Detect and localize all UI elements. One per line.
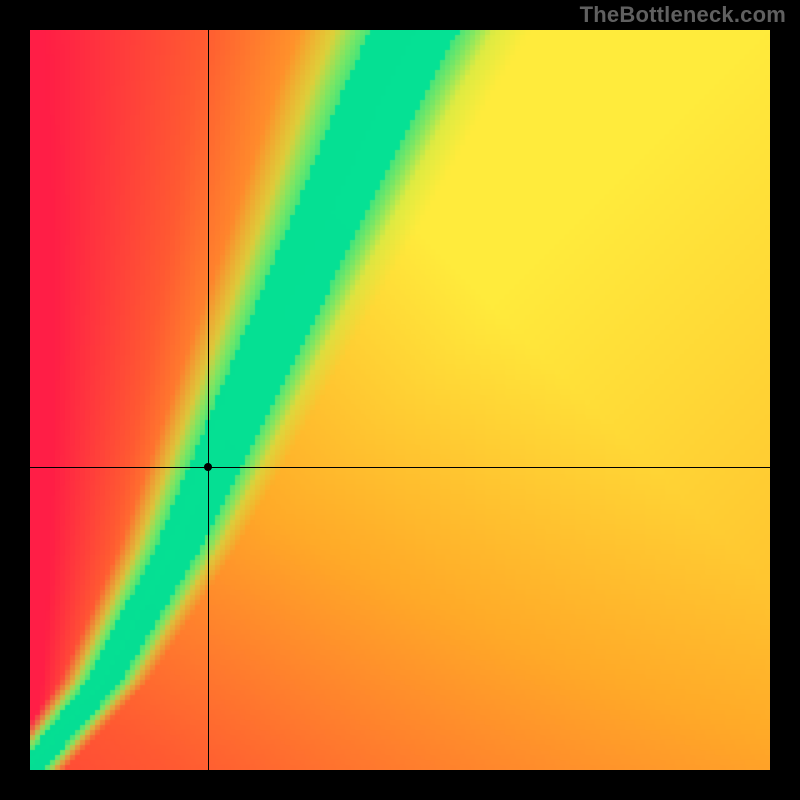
plot-area — [30, 30, 770, 770]
heatmap-canvas — [30, 30, 770, 770]
watermark-text: TheBottleneck.com — [580, 4, 786, 26]
chart-frame: TheBottleneck.com — [0, 0, 800, 800]
selected-point — [204, 463, 212, 471]
crosshair-horizontal — [30, 467, 770, 468]
crosshair-vertical — [208, 30, 209, 770]
